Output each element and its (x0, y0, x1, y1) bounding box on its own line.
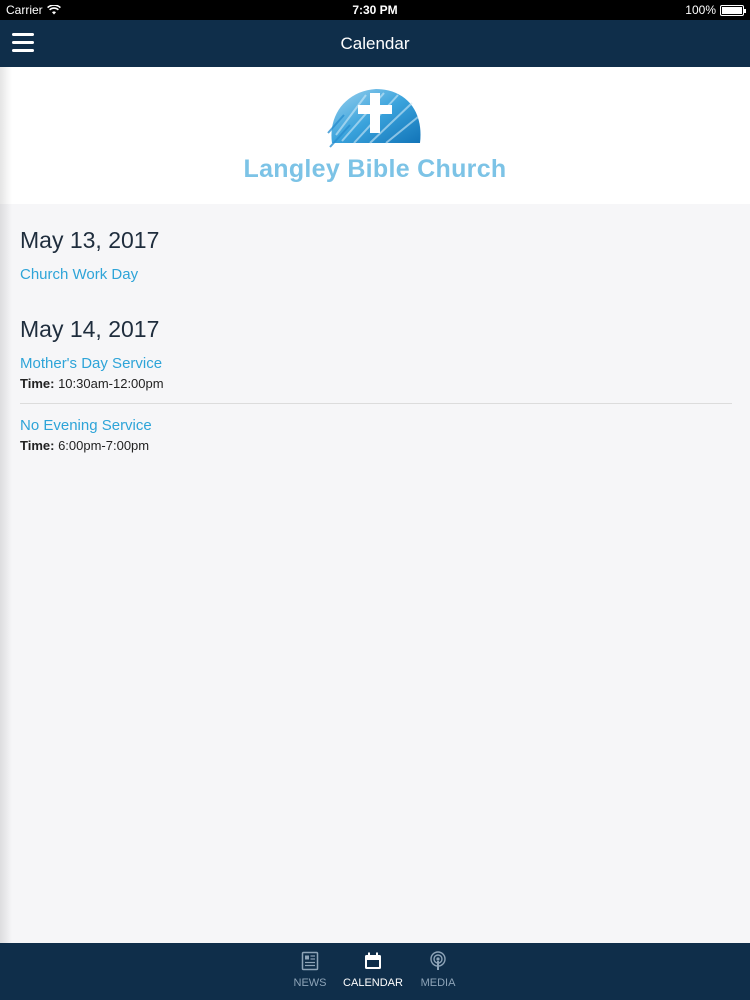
calendar-event-list: May 13, 2017 Church Work Day May 14, 201… (20, 204, 732, 453)
church-logo-icon (327, 89, 421, 148)
tab-label: CALENDAR (343, 977, 403, 989)
time-label: Time: (20, 376, 55, 391)
church-name: Langley Bible Church (243, 155, 507, 183)
church-logo-header: Langley Bible Church (0, 67, 750, 204)
news-icon (301, 951, 319, 971)
calendar-icon (365, 952, 381, 969)
event-time: Time: 6:00pm-7:00pm (20, 438, 732, 453)
event-title-link[interactable]: Mother's Day Service (20, 355, 732, 372)
status-time: 7:30 PM (352, 3, 398, 17)
status-bar: Carrier 7:30 PM 100% (0, 0, 750, 20)
date-heading: May 13, 2017 (20, 227, 160, 253)
tab-label: MEDIA (420, 977, 456, 989)
page-title: Calendar (340, 34, 410, 53)
time-label: Time: (20, 438, 55, 453)
time-value: 10:30am-12:00pm (58, 376, 164, 391)
event-divider (20, 403, 732, 404)
nav-bar: Calendar (0, 20, 750, 67)
battery-percent: 100% (685, 3, 716, 17)
event-time: Time: 10:30am-12:00pm (20, 376, 732, 391)
podcast-icon (430, 951, 446, 970)
tab-media[interactable]: MEDIA (403, 951, 473, 989)
drawer-edge-shadow (0, 67, 12, 943)
tab-bar: NEWS CALENDAR MEDIA (0, 943, 750, 1000)
event-title-link[interactable]: Church Work Day (20, 266, 732, 283)
date-group: May 14, 2017 Mother's Day Service Time: … (20, 316, 732, 453)
time-value: 6:00pm-7:00pm (58, 438, 150, 453)
battery-icon (720, 4, 746, 16)
event-title-link[interactable]: No Evening Service (20, 417, 732, 434)
tab-label: NEWS (293, 977, 327, 989)
tab-news[interactable]: NEWS (275, 951, 345, 989)
date-group: May 13, 2017 Church Work Day (20, 227, 732, 283)
tab-calendar[interactable]: CALENDAR (338, 951, 408, 989)
date-heading: May 14, 2017 (20, 316, 160, 342)
